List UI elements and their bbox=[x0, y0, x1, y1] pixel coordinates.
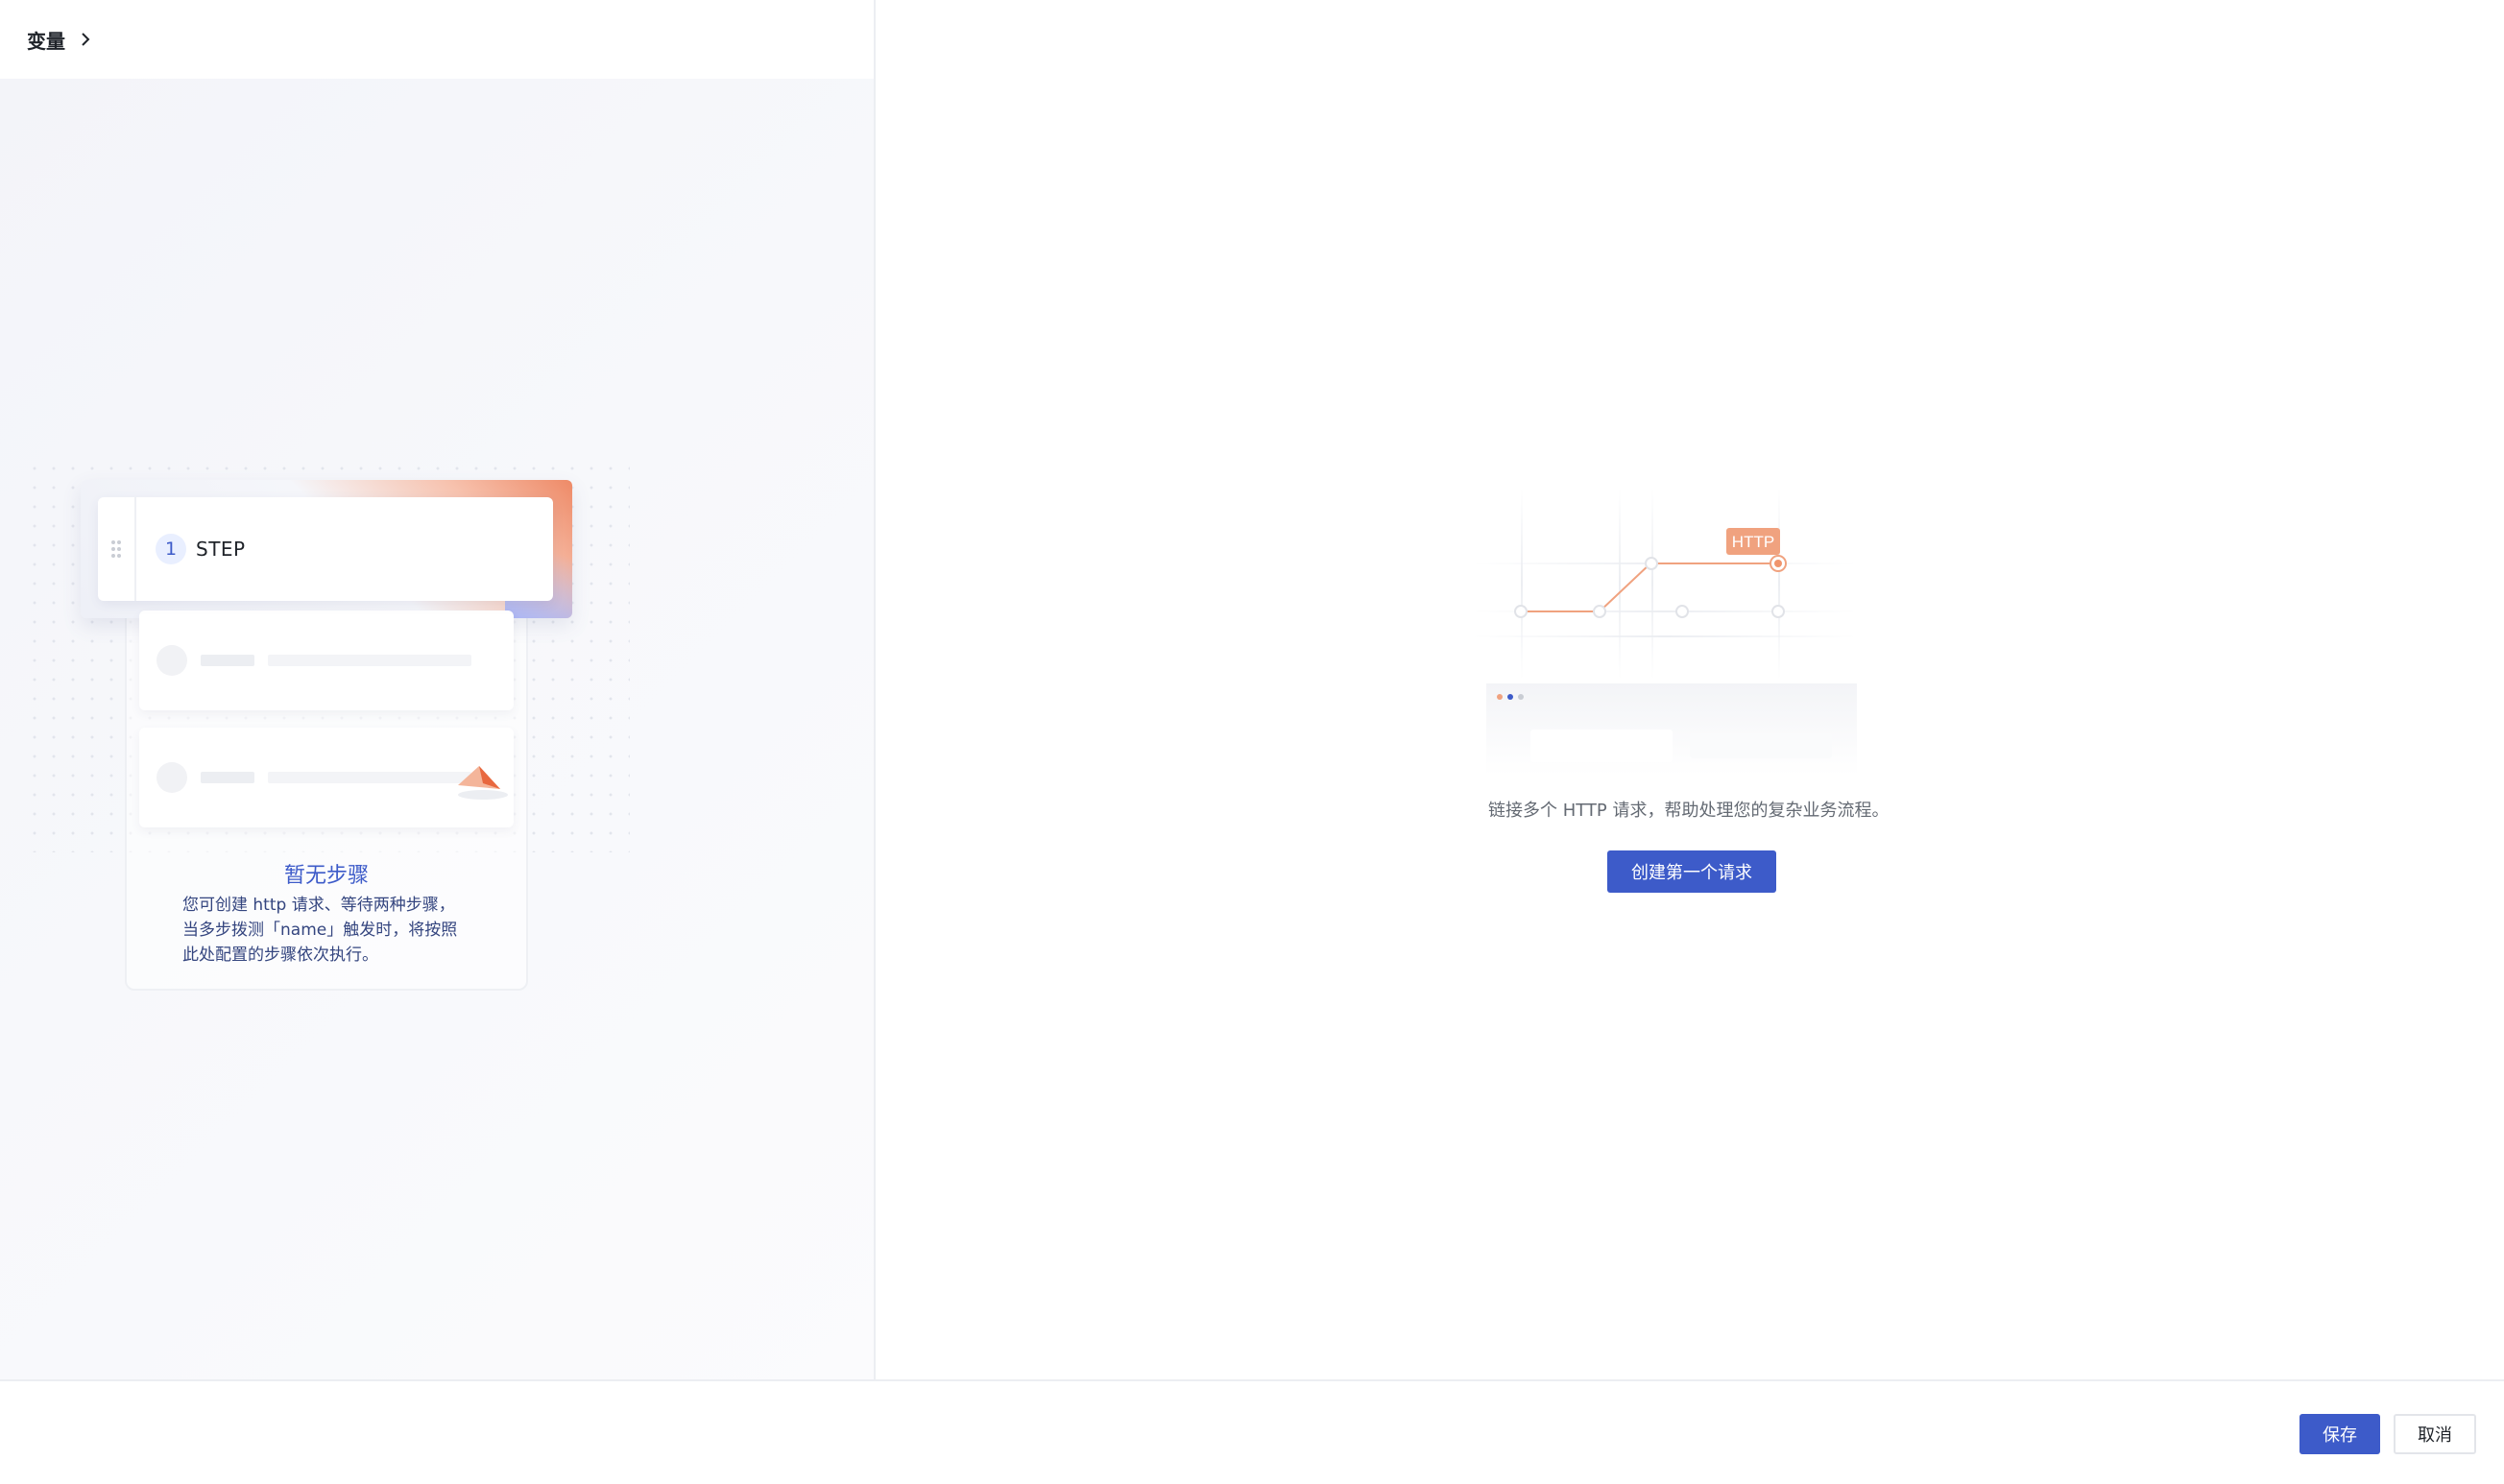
placeholder-line bbox=[201, 655, 254, 666]
footer-bar: 保存 取消 bbox=[0, 1379, 2504, 1484]
empty-steps-title: 暂无步骤 bbox=[283, 864, 369, 888]
active-step-highlight: 1 STEP bbox=[81, 480, 572, 618]
http-badge: HTTP bbox=[1732, 533, 1774, 551]
placeholder-circle bbox=[156, 762, 187, 793]
placeholder-step bbox=[139, 728, 514, 827]
save-button[interactable]: 保存 bbox=[2299, 1414, 2380, 1454]
step-number-badge: 1 bbox=[156, 534, 186, 564]
placeholder-line bbox=[201, 772, 254, 783]
placeholder-circle bbox=[156, 645, 187, 676]
placeholder-line bbox=[268, 772, 471, 783]
paper-plane-icon bbox=[458, 766, 508, 800]
placeholder-line bbox=[268, 655, 471, 666]
steps-panel-header: 变量 bbox=[0, 0, 874, 79]
empty-steps-description: 您可创建 http 请求、等待两种步骤， 当多步拨测「name」触发时，将按照此… bbox=[182, 896, 458, 965]
chevron-right-icon bbox=[82, 33, 90, 46]
step-item[interactable]: 1 STEP bbox=[98, 497, 553, 601]
drag-handle-icon[interactable] bbox=[98, 497, 136, 601]
request-detail-panel: HTTP 链接多个 HTTP 请求，帮助处理您的复杂业务流程。 创建第一个请求 bbox=[878, 0, 2504, 1379]
create-first-request-button[interactable]: 创建第一个请求 bbox=[1607, 850, 1776, 893]
step-label: STEP bbox=[196, 538, 246, 561]
steps-panel: 变量 1 STEP 暂无步骤 您可创建 http 请求、等待两种步骤， 当多步拨… bbox=[0, 0, 876, 1379]
variables-link[interactable]: 变量 bbox=[27, 26, 92, 54]
variables-label: 变量 bbox=[27, 29, 65, 53]
http-chain-illustration: HTTP bbox=[1473, 488, 1857, 776]
placeholder-step bbox=[139, 610, 514, 710]
app-root: 变量 1 STEP 暂无步骤 您可创建 http 请求、等待两种步骤， 当多步拨… bbox=[0, 0, 2504, 1484]
request-empty-description: 链接多个 HTTP 请求，帮助处理您的复杂业务流程。 bbox=[1488, 801, 1890, 821]
cancel-button[interactable]: 取消 bbox=[2394, 1414, 2476, 1454]
